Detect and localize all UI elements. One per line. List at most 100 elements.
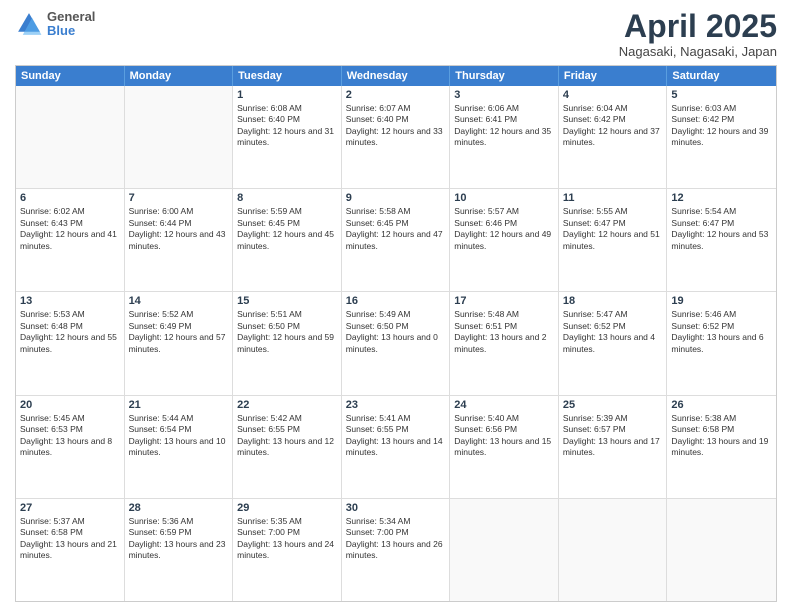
calendar-row-3: 20 Sunrise: 5:45 AM Sunset: 6:53 PM Dayli… xyxy=(16,395,776,498)
day-number: 2 xyxy=(346,89,446,101)
header-day-sunday: Sunday xyxy=(16,66,125,86)
day-number: 1 xyxy=(237,89,337,101)
calendar-cell: 29 Sunrise: 5:35 AM Sunset: 7:00 PM Dayli… xyxy=(233,499,342,601)
cell-info: Sunrise: 6:02 AM Sunset: 6:43 PM Dayligh… xyxy=(20,206,120,252)
cell-info: Sunrise: 6:07 AM Sunset: 6:40 PM Dayligh… xyxy=(346,103,446,149)
calendar-cell: 2 Sunrise: 6:07 AM Sunset: 6:40 PM Daylig… xyxy=(342,86,451,188)
cell-info: Sunrise: 5:38 AM Sunset: 6:58 PM Dayligh… xyxy=(671,413,772,459)
calendar-cell: 5Sunrise: 6:03 AM Sunset: 6:42 PM Daylig… xyxy=(667,86,776,188)
cell-info: Sunrise: 5:48 AM Sunset: 6:51 PM Dayligh… xyxy=(454,309,554,355)
calendar-body: 1 Sunrise: 6:08 AM Sunset: 6:40 PM Daylig… xyxy=(16,86,776,601)
calendar-cell xyxy=(125,86,234,188)
day-number: 12 xyxy=(671,192,772,204)
logo-line1: General xyxy=(47,10,95,24)
calendar-cell: 11 Sunrise: 5:55 AM Sunset: 6:47 PM Dayli… xyxy=(559,189,668,291)
calendar-cell: 13 Sunrise: 5:53 AM Sunset: 6:48 PM Dayli… xyxy=(16,292,125,394)
calendar-cell: 1 Sunrise: 6:08 AM Sunset: 6:40 PM Daylig… xyxy=(233,86,342,188)
cell-info: Sunrise: 5:57 AM Sunset: 6:46 PM Dayligh… xyxy=(454,206,554,252)
day-number: 23 xyxy=(346,399,446,411)
calendar-cell: 16 Sunrise: 5:49 AM Sunset: 6:50 PM Dayli… xyxy=(342,292,451,394)
calendar-cell: 17 Sunrise: 5:48 AM Sunset: 6:51 PM Dayli… xyxy=(450,292,559,394)
calendar-row-0: 1 Sunrise: 6:08 AM Sunset: 6:40 PM Daylig… xyxy=(16,86,776,188)
title-area: April 2025 Nagasaki, Nagasaki, Japan xyxy=(619,10,777,59)
logo-icon xyxy=(15,10,43,38)
month-title: April 2025 xyxy=(619,10,777,42)
calendar-row-4: 27 Sunrise: 5:37 AM Sunset: 6:58 PM Dayli… xyxy=(16,498,776,601)
calendar-header: SundayMondayTuesdayWednesdayThursdayFrid… xyxy=(16,66,776,86)
day-number: 7 xyxy=(129,192,229,204)
calendar-cell xyxy=(667,499,776,601)
calendar-cell xyxy=(559,499,668,601)
calendar-cell: 12 Sunrise: 5:54 AM Sunset: 6:47 PM Dayli… xyxy=(667,189,776,291)
calendar-cell: 25Sunrise: 5:39 AM Sunset: 6:57 PM Dayli… xyxy=(559,396,668,498)
cell-info: Sunrise: 5:51 AM Sunset: 6:50 PM Dayligh… xyxy=(237,309,337,355)
calendar-cell: 14 Sunrise: 5:52 AM Sunset: 6:49 PM Dayli… xyxy=(125,292,234,394)
page: General Blue April 2025 Nagasaki, Nagasa… xyxy=(0,0,792,612)
cell-info: Sunrise: 5:37 AM Sunset: 6:58 PM Dayligh… xyxy=(20,516,120,562)
cell-info: Sunrise: 5:53 AM Sunset: 6:48 PM Dayligh… xyxy=(20,309,120,355)
cell-info: Sunrise: 5:55 AM Sunset: 6:47 PM Dayligh… xyxy=(563,206,663,252)
calendar-cell: 15 Sunrise: 5:51 AM Sunset: 6:50 PM Dayli… xyxy=(233,292,342,394)
header-day-tuesday: Tuesday xyxy=(233,66,342,86)
logo-text: General Blue xyxy=(47,10,95,39)
cell-info: Sunrise: 5:49 AM Sunset: 6:50 PM Dayligh… xyxy=(346,309,446,355)
calendar-cell xyxy=(16,86,125,188)
calendar-row-2: 13 Sunrise: 5:53 AM Sunset: 6:48 PM Dayli… xyxy=(16,291,776,394)
calendar-cell: 30Sunrise: 5:34 AM Sunset: 7:00 PM Dayli… xyxy=(342,499,451,601)
cell-info: Sunrise: 6:00 AM Sunset: 6:44 PM Dayligh… xyxy=(129,206,229,252)
header-day-monday: Monday xyxy=(125,66,234,86)
calendar-cell: 7 Sunrise: 6:00 AM Sunset: 6:44 PM Daylig… xyxy=(125,189,234,291)
calendar-cell: 23 Sunrise: 5:41 AM Sunset: 6:55 PM Dayli… xyxy=(342,396,451,498)
cell-info: Sunrise: 6:03 AM Sunset: 6:42 PM Dayligh… xyxy=(671,103,772,149)
cell-info: Sunrise: 6:04 AM Sunset: 6:42 PM Dayligh… xyxy=(563,103,663,149)
header-day-thursday: Thursday xyxy=(450,66,559,86)
cell-info: Sunrise: 5:35 AM Sunset: 7:00 PM Dayligh… xyxy=(237,516,337,562)
calendar-cell: 19Sunrise: 5:46 AM Sunset: 6:52 PM Dayli… xyxy=(667,292,776,394)
day-number: 10 xyxy=(454,192,554,204)
day-number: 29 xyxy=(237,502,337,514)
cell-info: Sunrise: 5:41 AM Sunset: 6:55 PM Dayligh… xyxy=(346,413,446,459)
logo: General Blue xyxy=(15,10,95,39)
calendar-cell: 9Sunrise: 5:58 AM Sunset: 6:45 PM Daylig… xyxy=(342,189,451,291)
calendar-cell: 3Sunrise: 6:06 AM Sunset: 6:41 PM Daylig… xyxy=(450,86,559,188)
calendar-cell: 21Sunrise: 5:44 AM Sunset: 6:54 PM Dayli… xyxy=(125,396,234,498)
calendar-cell: 28 Sunrise: 5:36 AM Sunset: 6:59 PM Dayli… xyxy=(125,499,234,601)
calendar-cell: 8Sunrise: 5:59 AM Sunset: 6:45 PM Daylig… xyxy=(233,189,342,291)
cell-info: Sunrise: 5:44 AM Sunset: 6:54 PM Dayligh… xyxy=(129,413,229,459)
cell-info: Sunrise: 5:52 AM Sunset: 6:49 PM Dayligh… xyxy=(129,309,229,355)
day-number: 20 xyxy=(20,399,120,411)
cell-info: Sunrise: 5:58 AM Sunset: 6:45 PM Dayligh… xyxy=(346,206,446,252)
day-number: 25 xyxy=(563,399,663,411)
cell-info: Sunrise: 5:40 AM Sunset: 6:56 PM Dayligh… xyxy=(454,413,554,459)
cell-info: Sunrise: 5:54 AM Sunset: 6:47 PM Dayligh… xyxy=(671,206,772,252)
calendar-cell: 26 Sunrise: 5:38 AM Sunset: 6:58 PM Dayli… xyxy=(667,396,776,498)
cell-info: Sunrise: 5:45 AM Sunset: 6:53 PM Dayligh… xyxy=(20,413,120,459)
header-day-saturday: Saturday xyxy=(667,66,776,86)
calendar-cell: 27 Sunrise: 5:37 AM Sunset: 6:58 PM Dayli… xyxy=(16,499,125,601)
day-number: 19 xyxy=(671,295,772,307)
day-number: 14 xyxy=(129,295,229,307)
calendar-cell: 4Sunrise: 6:04 AM Sunset: 6:42 PM Daylig… xyxy=(559,86,668,188)
calendar-cell: 22 Sunrise: 5:42 AM Sunset: 6:55 PM Dayli… xyxy=(233,396,342,498)
cell-info: Sunrise: 5:47 AM Sunset: 6:52 PM Dayligh… xyxy=(563,309,663,355)
calendar-row-1: 6Sunrise: 6:02 AM Sunset: 6:43 PM Daylig… xyxy=(16,188,776,291)
cell-info: Sunrise: 5:36 AM Sunset: 6:59 PM Dayligh… xyxy=(129,516,229,562)
day-number: 22 xyxy=(237,399,337,411)
day-number: 17 xyxy=(454,295,554,307)
day-number: 13 xyxy=(20,295,120,307)
day-number: 28 xyxy=(129,502,229,514)
day-number: 26 xyxy=(671,399,772,411)
cell-info: Sunrise: 5:34 AM Sunset: 7:00 PM Dayligh… xyxy=(346,516,446,562)
day-number: 11 xyxy=(563,192,663,204)
calendar-cell: 10 Sunrise: 5:57 AM Sunset: 6:46 PM Dayli… xyxy=(450,189,559,291)
cell-info: Sunrise: 5:42 AM Sunset: 6:55 PM Dayligh… xyxy=(237,413,337,459)
cell-info: Sunrise: 6:08 AM Sunset: 6:40 PM Dayligh… xyxy=(237,103,337,149)
day-number: 27 xyxy=(20,502,120,514)
header-day-friday: Friday xyxy=(559,66,668,86)
calendar-cell: 24Sunrise: 5:40 AM Sunset: 6:56 PM Dayli… xyxy=(450,396,559,498)
header-day-wednesday: Wednesday xyxy=(342,66,451,86)
day-number: 15 xyxy=(237,295,337,307)
calendar-cell xyxy=(450,499,559,601)
day-number: 8 xyxy=(237,192,337,204)
day-number: 16 xyxy=(346,295,446,307)
